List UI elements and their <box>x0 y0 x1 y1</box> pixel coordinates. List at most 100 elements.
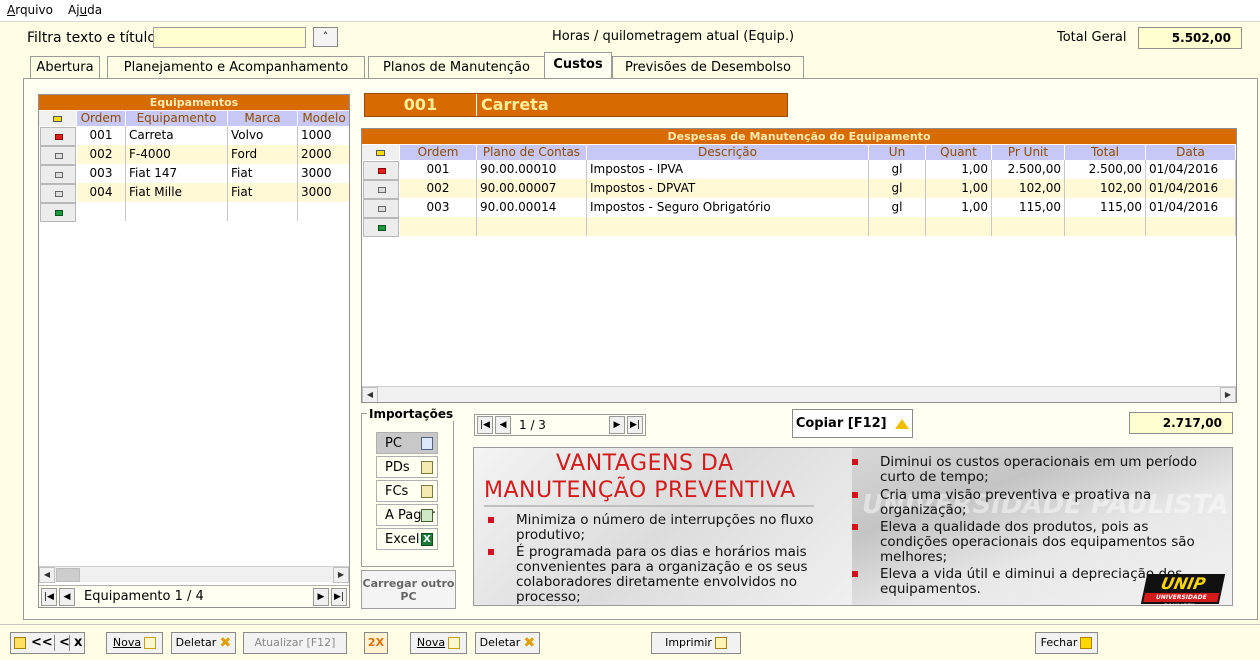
menu-arquivo[interactable]: Arquivo <box>7 3 53 17</box>
record-nav-group: << < x <box>10 632 85 654</box>
banner-title-line2: MANUTENÇÃO PREVENTIVA <box>484 478 796 503</box>
first-button[interactable]: << <box>31 635 53 650</box>
col-modelo[interactable]: Modelo <box>298 111 349 126</box>
deletar-button-2[interactable]: Deletar ✖ <box>475 632 540 654</box>
cell-equipamento: Fiat 147 <box>126 164 228 183</box>
row-selector[interactable] <box>40 165 76 184</box>
imprimir-button[interactable]: Imprimir <box>651 632 741 654</box>
duplicate-button[interactable]: 2X <box>364 632 388 654</box>
pc-icon <box>421 437 433 450</box>
nova-label: Nova <box>416 636 446 649</box>
col-un[interactable]: Un <box>869 145 926 160</box>
banner-left: VANTAGENS DA MANUTENÇÃO PREVENTIVA Minim… <box>474 448 852 605</box>
scroll-right-icon[interactable]: ▶ <box>1220 387 1236 402</box>
scroll-right-icon[interactable]: ▶ <box>333 567 349 583</box>
banner-bullet: Cria uma visão preventiva e proativa na … <box>852 488 1200 518</box>
nav-next-icon[interactable]: ▶ <box>609 416 625 434</box>
cell-descricao: Impostos - Seguro Obrigatório <box>587 198 869 217</box>
menu-ajuda[interactable]: Ajuda <box>68 3 102 17</box>
nav-first-icon[interactable]: |◀ <box>41 588 57 606</box>
scroll-left-icon[interactable]: ◀ <box>362 387 378 402</box>
fechar-button[interactable]: Fechar <box>1035 632 1098 654</box>
new-document-icon <box>448 637 461 649</box>
sort-button[interactable]: ˄ <box>313 27 338 47</box>
new-row-selector[interactable] <box>40 203 76 222</box>
nav-first-icon[interactable]: |◀ <box>477 416 493 434</box>
deletar-label: Deletar <box>479 636 521 649</box>
nova-button[interactable]: Nova <box>106 632 163 654</box>
fechar-label: Fechar <box>1040 636 1078 649</box>
selected-equipment-code: 001 <box>365 94 477 116</box>
nav-prev-icon[interactable]: ◀ <box>59 588 75 606</box>
row-selector[interactable] <box>40 146 76 165</box>
nav-last-icon[interactable]: ▶| <box>627 416 643 434</box>
nav-prev-icon[interactable]: ◀ <box>495 416 511 434</box>
import-pc-label: PC <box>385 436 402 451</box>
import-pc-button[interactable]: PC <box>376 432 438 454</box>
close-record-button[interactable]: x <box>74 635 82 650</box>
despesas-title: Despesas de Manutenção do Equipamento <box>362 129 1236 144</box>
tab-planejamento[interactable]: Planejamento e Acompanhamento <box>107 56 365 78</box>
import-pds-label: PDs <box>385 460 410 475</box>
divider <box>54 635 55 651</box>
row-selector[interactable] <box>40 127 76 146</box>
nav-next-icon[interactable]: ▶ <box>313 588 329 606</box>
row-selector-header <box>362 145 400 160</box>
new-record-icon[interactable] <box>14 637 26 649</box>
unip-logo-text: UNIP <box>1159 574 1208 593</box>
cell-quant: 1,00 <box>926 179 992 198</box>
deletar-label: Deletar <box>175 636 217 649</box>
atualizar-button[interactable]: Atualizar [F12] <box>243 632 347 654</box>
cell-descricao: Impostos - DPVAT <box>587 179 869 198</box>
cell-marca: Fiat <box>228 164 298 183</box>
col-ordem[interactable]: Ordem <box>400 145 477 160</box>
row-selector[interactable] <box>363 199 399 218</box>
row-selector[interactable] <box>363 180 399 199</box>
import-excel-button[interactable]: Excel X <box>376 528 438 550</box>
scroll-thumb[interactable] <box>56 568 80 582</box>
tab-planos[interactable]: Planos de Manutenção <box>368 56 545 78</box>
nav-last-icon[interactable]: ▶| <box>331 588 347 606</box>
cell-quant: 1,00 <box>926 160 992 179</box>
col-quant[interactable]: Quant <box>926 145 992 160</box>
import-fcs-label: FCs <box>385 484 409 499</box>
clipboard-icon <box>421 485 433 498</box>
cell-ordem: 003 <box>400 198 477 217</box>
equipamentos-grid: Equipamentos Ordem Equipamento Marca Mod… <box>38 94 350 608</box>
despesa-counter: 1 / 3 <box>519 418 546 432</box>
cell-equipamento: Fiat Mille <box>126 183 228 202</box>
despesas-scrollbar[interactable]: ◀ ▶ <box>362 386 1236 402</box>
equipamentos-scrollbar[interactable]: ◀ ▶ <box>39 566 349 583</box>
despesas-navigator: |◀ ◀ 1 / 3 ▶ ▶| <box>474 414 646 436</box>
deletar-button[interactable]: Deletar ✖ <box>171 632 236 654</box>
row-selector[interactable] <box>363 161 399 180</box>
tab-custos[interactable]: Custos <box>544 52 612 79</box>
cell-ordem: 001 <box>400 160 477 179</box>
total-geral-value: 5.502,00 <box>1138 27 1242 49</box>
scroll-left-icon[interactable]: ◀ <box>39 567 55 583</box>
banner-bullet: Minimiza o número de interrupções no flu… <box>488 513 816 543</box>
copiar-button[interactable]: Copiar [F12] <box>792 409 913 438</box>
tab-abertura[interactable]: Abertura <box>30 56 100 78</box>
col-equipamento[interactable]: Equipamento <box>126 111 228 126</box>
col-descricao[interactable]: Descrição <box>587 145 869 160</box>
nova-button-2[interactable]: Nova <box>410 632 467 654</box>
col-data[interactable]: Data <box>1146 145 1236 160</box>
new-row-selector[interactable] <box>363 218 399 237</box>
filter-input[interactable] <box>153 27 306 48</box>
col-plano-contas[interactable]: Plano de Contas <box>477 145 587 160</box>
tab-previsoes[interactable]: Previsões de Desembolso <box>612 56 804 78</box>
cell-total: 2.500,00 <box>1065 160 1146 179</box>
import-apagar-button[interactable]: A Pagar <box>376 504 438 526</box>
col-marca[interactable]: Marca <box>228 111 298 126</box>
pds-icon <box>421 461 433 474</box>
row-selector[interactable] <box>40 184 76 203</box>
import-pds-button[interactable]: PDs <box>376 456 438 478</box>
import-fcs-button[interactable]: FCs <box>376 480 438 502</box>
col-ordem[interactable]: Ordem <box>77 111 126 126</box>
col-total[interactable]: Total <box>1065 145 1146 160</box>
banner-bullet: Eleva a qualidade dos produtos, pois as … <box>852 520 1200 565</box>
col-pr-unit[interactable]: Pr Unit <box>992 145 1065 160</box>
carregar-pc-button[interactable]: Carregar outro PC <box>361 570 456 609</box>
cell-plano-contas: 90.00.00014 <box>477 198 587 217</box>
